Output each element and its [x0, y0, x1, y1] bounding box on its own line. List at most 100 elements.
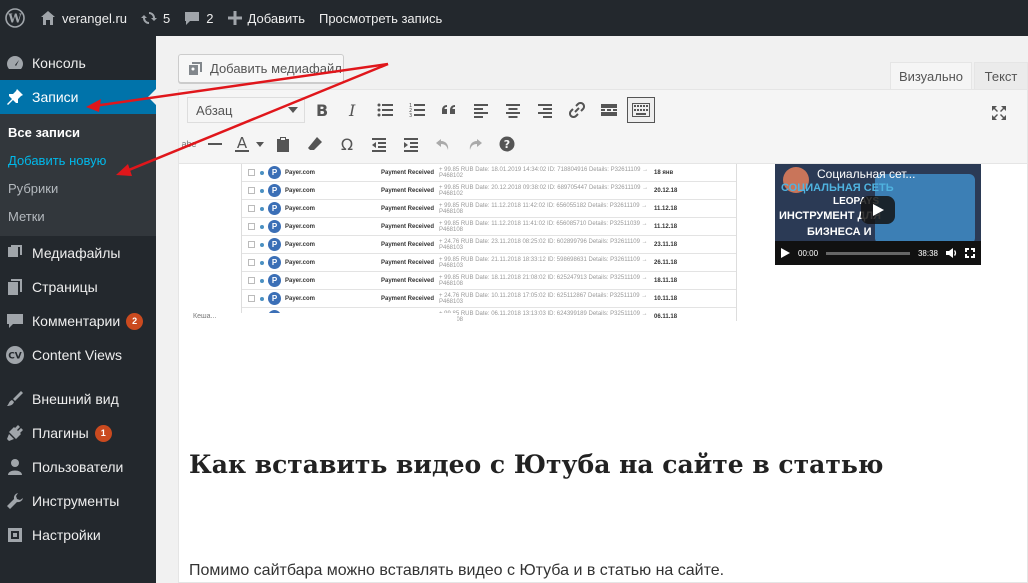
submenu-all-posts[interactable]: Все записи: [0, 118, 156, 146]
menu-settings[interactable]: Настройки: [0, 518, 156, 552]
text-color-button[interactable]: A: [231, 129, 253, 159]
video-text-line-1: СОЦИАЛЬНАЯ СЕТЬ: [781, 182, 894, 194]
format-select[interactable]: Абзац: [187, 97, 305, 123]
clear-formatting-button[interactable]: [299, 129, 331, 159]
toolbar-toggle-button[interactable]: [627, 97, 655, 123]
read-more-button[interactable]: [593, 95, 625, 125]
tab-text[interactable]: Текст: [974, 62, 1028, 90]
payment-row: P Payer.com Payment Received + 24.76 RUB Da…: [242, 290, 736, 308]
add-new-link[interactable]: Добавить: [221, 0, 312, 36]
fullscreen-button[interactable]: [983, 98, 1015, 128]
help-button[interactable]: ?: [491, 129, 523, 159]
fullscreen-icon[interactable]: [965, 248, 975, 258]
align-right-button[interactable]: [529, 95, 561, 125]
video-play-button[interactable]: [861, 196, 895, 224]
menu-pages[interactable]: Страницы: [0, 270, 156, 304]
submenu-add-new[interactable]: Добавить новую: [0, 146, 156, 174]
article-heading: Как вставить видео с Ютуба на сайте в ст…: [189, 450, 884, 479]
play-icon: [873, 204, 884, 216]
wordpress-logo-button[interactable]: W: [0, 0, 33, 36]
svg-text:Ω: Ω: [341, 136, 353, 152]
media-icon: [189, 61, 202, 75]
add-media-button[interactable]: Добавить медиафайл: [178, 54, 344, 83]
status-dot: [260, 224, 264, 229]
posts-submenu: Все записи Добавить новую Рубрики Метки: [0, 114, 156, 236]
tab-visual[interactable]: Визуально: [890, 62, 972, 90]
editor-toolbar: Абзац B I 123 abe A Ω ?: [179, 90, 1027, 164]
insert-link-button[interactable]: [561, 95, 593, 125]
play-icon[interactable]: [781, 248, 790, 258]
undo-button[interactable]: [427, 129, 459, 159]
bullet-list-button[interactable]: [369, 95, 401, 125]
blockquote-button[interactable]: [433, 95, 465, 125]
italic-icon: I: [348, 102, 356, 118]
format-select-value: Абзац: [196, 102, 233, 118]
volume-icon[interactable]: [946, 248, 957, 258]
admin-sidebar: Консоль Записи Все записи Добавить новую…: [0, 36, 156, 583]
horizontal-line-button[interactable]: [199, 129, 231, 159]
row-checkbox: [248, 295, 255, 302]
menu-dashboard[interactable]: Консоль: [0, 46, 156, 80]
menu-posts-label: Записи: [32, 89, 79, 105]
video-current-time: 00:00: [798, 248, 819, 258]
editor-content[interactable]: P Payer.com Payment Received + 99.85 RUB Da…: [179, 164, 1027, 583]
redo-button[interactable]: [459, 129, 491, 159]
keyboard-icon: [632, 103, 650, 117]
menu-users[interactable]: Пользователи: [0, 450, 156, 484]
strikethrough-button[interactable]: abe: [179, 129, 199, 159]
italic-button[interactable]: I: [337, 95, 369, 125]
payment-details: + 99.85 RUB Date: 11.12.2018 11:42:02 ID…: [439, 202, 648, 215]
menu-comments[interactable]: Комментарии 2: [0, 304, 156, 338]
payment-name: Payer.com: [285, 259, 316, 266]
payment-details: + 99.85 RUB Date: 18.01.2019 14:34:02 ID…: [439, 166, 649, 179]
align-left-button[interactable]: [465, 95, 497, 125]
updates-link[interactable]: 5: [134, 0, 177, 36]
youtube-video-embed[interactable]: Социальная сет... СОЦИАЛЬНАЯ СЕТЬ LEOPAY…: [775, 164, 981, 265]
comments-link[interactable]: 2: [177, 0, 220, 36]
outdent-button[interactable]: [363, 129, 395, 159]
submenu-tags[interactable]: Метки: [0, 202, 156, 230]
menu-content-views[interactable]: CV Content Views: [0, 338, 156, 372]
bullet-list-icon: [377, 103, 393, 117]
numbered-list-button[interactable]: 123: [401, 95, 433, 125]
site-name-link[interactable]: verangel.ru: [33, 0, 134, 36]
row-checkbox: [248, 241, 255, 248]
text-color-icon: A: [235, 135, 249, 152]
chevron-down-icon: [288, 107, 298, 113]
menu-plugins-label: Плагины: [32, 425, 89, 441]
pin-icon: [5, 87, 25, 107]
payment-details: + 24.76 RUB Date: 23.11.2018 08:25:02 ID…: [439, 238, 648, 251]
row-checkbox: [248, 205, 255, 212]
payment-status: Payment Received: [381, 295, 435, 302]
status-dot: [260, 206, 264, 211]
payment-name: Payer.com: [285, 205, 316, 212]
eraser-icon: [308, 137, 322, 150]
brush-icon: [5, 389, 25, 409]
toolbar-row-2: abe A Ω ?: [179, 127, 523, 161]
menu-media[interactable]: Медиафайлы: [0, 236, 156, 270]
bold-button[interactable]: B: [305, 95, 337, 125]
menu-appearance[interactable]: Внешний вид: [0, 382, 156, 416]
bold-icon: B: [316, 102, 328, 118]
payer-logo-icon: P: [268, 184, 281, 197]
menu-plugins[interactable]: Плагины 1: [0, 416, 156, 450]
status-dot: [260, 170, 264, 175]
payment-details: + 99.85 RUB Date: 06.11.2018 13:13:03 ID…: [439, 310, 648, 322]
align-right-icon: [538, 104, 552, 118]
svg-text:?: ?: [504, 138, 510, 151]
paste-text-button[interactable]: [267, 129, 299, 159]
indent-button[interactable]: [395, 129, 427, 159]
text-color-dropdown[interactable]: [253, 129, 267, 159]
special-character-button[interactable]: Ω: [331, 129, 363, 159]
payer-logo-icon: P: [268, 274, 281, 287]
video-progress-bar[interactable]: [826, 251, 910, 255]
menu-posts[interactable]: Записи: [0, 80, 156, 114]
menu-tools[interactable]: Инструменты: [0, 484, 156, 518]
view-post-link[interactable]: Просмотреть запись: [312, 0, 449, 36]
admin-bar: W verangel.ru 5 2 Добавить Просмотреть з…: [0, 0, 1028, 36]
submenu-categories[interactable]: Рубрики: [0, 174, 156, 202]
align-center-button[interactable]: [497, 95, 529, 125]
payment-name: Payer.com: [285, 277, 316, 284]
menu-appearance-label: Внешний вид: [32, 391, 119, 407]
payment-status: Payment Received: [381, 259, 435, 266]
